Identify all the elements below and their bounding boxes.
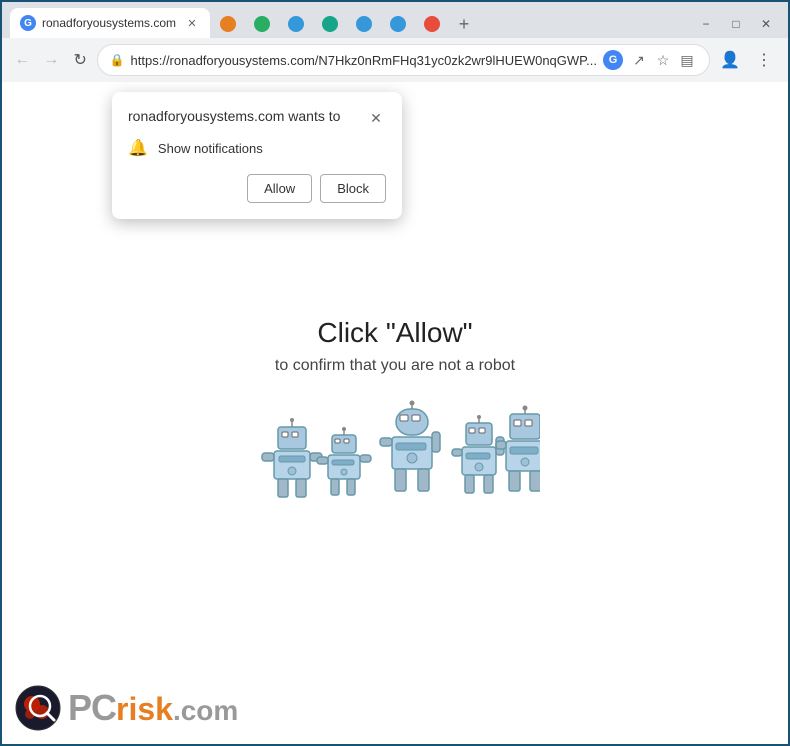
popup-notification-row: 🔔 Show notifications — [128, 138, 386, 158]
tab-inactive-5[interactable] — [314, 10, 346, 38]
notification-popup: ronadforyousystems.com wants to ✕ 🔔 Show… — [112, 92, 402, 219]
active-tab[interactable]: G ronadforyousystems.com ✕ — [10, 8, 210, 38]
tab-bar: G ronadforyousystems.com ✕ + − — [2, 2, 788, 38]
tab-label: ronadforyousystems.com — [42, 16, 176, 30]
maximize-button[interactable]: □ — [722, 14, 750, 34]
tab-inactive-6[interactable] — [348, 10, 380, 38]
popup-close-button[interactable]: ✕ — [366, 108, 386, 128]
risk-text: risk — [116, 691, 173, 727]
popup-notification-text: Show notifications — [158, 141, 263, 156]
browser-window: G ronadforyousystems.com ✕ + − — [0, 0, 790, 746]
tab8-favicon — [424, 16, 440, 32]
toolbar-right-icons: 👤 ⋮ — [714, 44, 780, 76]
allow-button[interactable]: Allow — [247, 174, 312, 203]
bell-icon: 🔔 — [128, 138, 148, 158]
popup-buttons: Allow Block — [128, 174, 386, 203]
popup-title: ronadforyousystems.com wants to — [128, 108, 340, 124]
tab-inactive-8[interactable] — [416, 10, 448, 38]
tab2-favicon — [220, 16, 236, 32]
share-icon[interactable]: ↗ — [629, 50, 649, 70]
address-bar[interactable]: 🔒 https://ronadforyousystems.com/N7Hkz0n… — [97, 44, 710, 76]
tab5-favicon — [322, 16, 338, 32]
tab3-favicon — [254, 16, 270, 32]
tab-inactive-7[interactable] — [382, 10, 414, 38]
sidebar-toggle-icon[interactable]: ▤ — [677, 50, 697, 70]
tab-inactive-3[interactable] — [246, 10, 278, 38]
account-button[interactable]: 👤 — [714, 44, 746, 76]
toolbar: ← → ↻ 🔒 https://ronadforyousystems.com/N… — [2, 38, 788, 82]
tab-inactive-2[interactable] — [212, 10, 244, 38]
robot-illustration — [250, 399, 540, 529]
lock-icon: 🔒 — [110, 53, 125, 67]
click-allow-subtext: to confirm that you are not a robot — [250, 357, 540, 375]
page-content: Click "Allow" to confirm that you are no… — [250, 317, 540, 529]
popup-header: ronadforyousystems.com wants to ✕ — [128, 108, 386, 128]
pcrisk-logo — [14, 684, 62, 732]
url-text: https://ronadforyousystems.com/N7Hkz0nRm… — [131, 53, 597, 68]
click-allow-heading: Click "Allow" — [250, 317, 540, 349]
tab-favicon: G — [20, 15, 36, 31]
forward-button[interactable]: → — [39, 44, 64, 76]
com-text: .com — [173, 695, 238, 726]
block-button[interactable]: Block — [320, 174, 386, 203]
back-button[interactable]: ← — [10, 44, 35, 76]
watermark: PCrisk.com — [14, 684, 238, 732]
pc-text: PC — [68, 687, 116, 728]
tab-inactive-4[interactable] — [280, 10, 312, 38]
menu-button[interactable]: ⋮ — [748, 44, 780, 76]
watermark-text: PCrisk.com — [68, 687, 238, 729]
content-area: ronadforyousystems.com wants to ✕ 🔔 Show… — [2, 82, 788, 744]
new-tab-button[interactable]: + — [450, 10, 478, 38]
reload-button[interactable]: ↻ — [68, 44, 93, 76]
close-button[interactable]: ✕ — [752, 14, 780, 34]
google-icon: G — [603, 50, 623, 70]
tab4-favicon — [288, 16, 304, 32]
tab7-favicon — [390, 16, 406, 32]
window-controls: − □ ✕ — [692, 14, 780, 38]
minimize-button[interactable]: − — [692, 14, 720, 34]
tab-close-btn[interactable]: ✕ — [184, 15, 200, 31]
bookmark-star-icon[interactable]: ☆ — [653, 50, 673, 70]
address-right-icons: G ↗ ☆ ▤ — [603, 50, 697, 70]
tab6-favicon — [356, 16, 372, 32]
